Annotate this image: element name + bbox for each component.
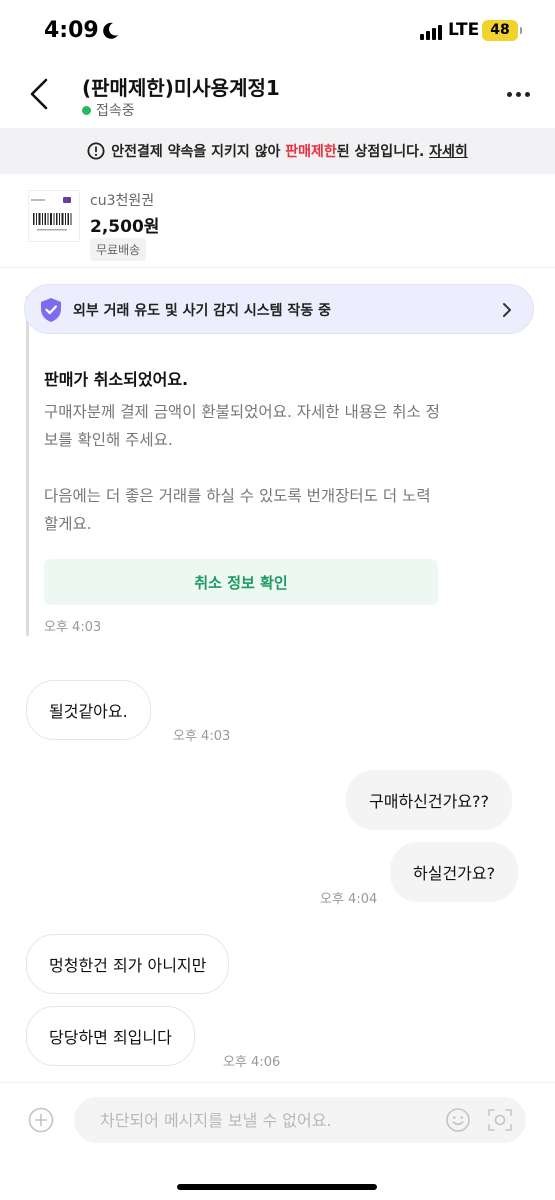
warning-detail-link[interactable]: 자세히 [429,144,468,160]
system-message-body: 다음에는 더 좋은 거래를 하실 수 있도록 번개장터도 더 노력할게요. [44,487,431,533]
shipping-badge: 무료배송 [90,238,147,261]
online-dot-icon [82,105,91,115]
home-indicator [177,1184,377,1190]
warning-highlight: 판매제한 [285,144,337,160]
barcode-icon [31,197,72,231]
online-status: 접속중 [82,100,135,120]
shield-check-icon [41,298,61,322]
chevron-right-icon [503,303,511,317]
fraud-detection-text: 외부 거래 유도 및 사기 감지 시스템 작동 중 [73,303,331,319]
warning-banner: 안전결제 약속을 지키지 않아 판매제한된 상점입니다. 자세히 [0,128,555,174]
chat-header: (판매제한)미사용계정1 접속중 [0,62,555,126]
message-time: 오후 4:06 [223,1055,281,1070]
message-bubble-outgoing: 구매하신건가요?? [346,770,513,830]
status-bar: 4:09 LTE 48 [0,0,555,62]
alert-circle-icon [87,142,105,160]
message-time: 오후 4:04 [320,892,378,907]
message-bubble-outgoing: 하실건가요? [390,842,519,902]
system-message-body: 구매자분께 결제 금액이 환불되었어요. 자세한 내용은 취소 정보를 확인해 … [44,403,440,449]
online-status-label: 접속중 [96,103,135,119]
cancel-info-button[interactable]: 취소 정보 확인 [44,559,438,605]
product-card[interactable]: cu3천원권 2,500원 무료배송 [0,182,555,268]
more-options-button[interactable] [503,82,533,106]
back-arrow-icon[interactable] [22,74,58,114]
moon-icon [103,22,118,39]
plus-circle-icon[interactable] [28,1107,54,1133]
battery-icon: 48 [482,20,522,41]
message-time: 오후 4:03 [44,620,102,635]
system-message-line [26,296,29,636]
camera-icon[interactable] [487,1107,513,1133]
message-time: 오후 4:03 [173,729,231,744]
message-input-bar [0,1082,555,1200]
network-type: LTE [448,20,480,40]
status-time: 4:09 [44,18,99,43]
message-bubble-incoming: 될것같아요. [26,680,151,740]
message-bubble-incoming: 멍청한건 죄가 아니지만 [26,934,230,994]
signal-icon [420,24,442,40]
message-bubble-incoming: 당당하면 죄입니다 [26,1006,195,1066]
emoji-icon[interactable] [445,1107,471,1133]
chat-title: (판매제한)미사용계정1 [82,76,280,100]
product-thumbnail[interactable] [28,190,80,242]
product-price: 2,500원 [90,217,160,237]
system-message-title: 판매가 취소되었어요. [44,370,189,389]
warning-text-after: 된 상점입니다. [336,144,425,160]
fraud-detection-bar[interactable]: 외부 거래 유도 및 사기 감지 시스템 작동 중 [24,284,534,334]
product-name: cu3천원권 [90,193,155,209]
warning-text-before: 안전결제 약속을 지키지 않아 [111,144,281,160]
more-icon [506,91,512,97]
